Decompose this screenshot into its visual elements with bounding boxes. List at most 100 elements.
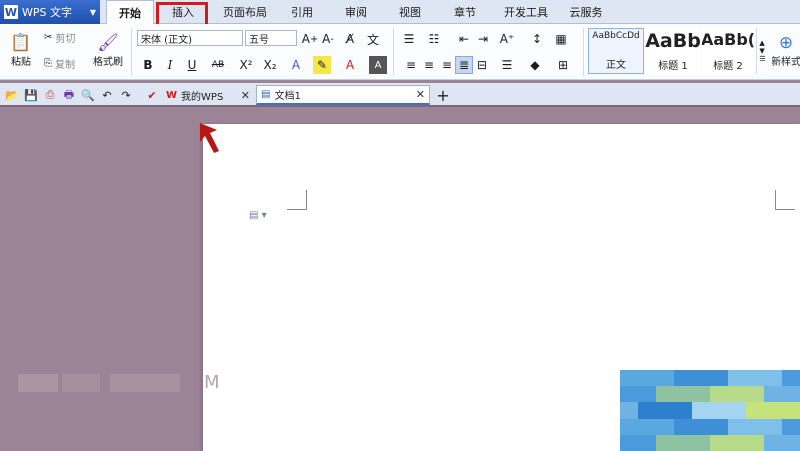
align-center-icon[interactable]: ≡ [420,56,438,74]
mosaic-cell [710,434,728,451]
undo-icon[interactable]: ↶ [99,87,115,103]
clipboard-icon: 📋 [10,33,32,53]
brush-icon: 🖌 [97,33,119,53]
mosaic-cell [692,370,710,387]
tab-developer[interactable]: 开发工具 [498,0,554,24]
tab-cloud-service[interactable]: 云服务 [562,0,610,24]
tab-sections[interactable]: 章节 [445,0,485,24]
new-style-label: 新样式 [772,57,800,68]
open-folder-icon[interactable]: 📂 [4,87,20,103]
tab-document-1[interactable]: ▤ 文档1 ✕ [256,85,430,105]
sort-icon[interactable]: ↕ [528,30,546,48]
tab-insert[interactable]: 插入 [160,0,206,24]
format-painter-button[interactable]: 🖌 格式刷 [90,28,126,74]
tab-my-wps[interactable]: W 我的WPS ✕ [162,85,254,105]
superscript-icon[interactable]: X² [237,56,255,74]
phonetic-guide-icon[interactable]: 文 [364,30,382,48]
mosaic-cell [692,434,710,451]
distribute-icon[interactable]: ⊟ [473,56,491,74]
subscript-icon[interactable]: X₂ [261,56,279,74]
clear-format-icon[interactable]: A̸ [341,30,359,48]
close-icon[interactable]: ✕ [416,88,425,101]
table-grid-icon[interactable]: ▦ [552,30,570,48]
new-style-icon: ⊕ [778,33,794,53]
highlight-icon[interactable]: ✎ [313,56,331,74]
text-effect-icon[interactable]: A [287,56,305,74]
tab-review[interactable]: 审阅 [336,0,376,24]
close-icon[interactable]: ✕ [241,89,250,102]
save-icon[interactable]: 💾 [23,87,39,103]
font-name-select[interactable]: 宋体 (正文) ▼ [137,30,343,160]
borders-icon[interactable]: ⊞ [554,56,572,74]
new-style-button[interactable]: ⊕ 新样式 [772,28,800,74]
style-sample: AaBbCcDd [592,31,640,41]
pin-icon[interactable]: ✔ [144,87,160,103]
mosaic-cell [782,418,800,435]
margin-corner-mark [775,190,795,210]
red-arrow-icon [200,123,219,153]
align-right-icon[interactable]: ≡ [438,56,456,74]
mosaic-cell [782,386,800,403]
mosaic-cell [638,434,656,451]
tab-page-layout[interactable]: 页面布局 [214,0,276,24]
mosaic-cell [638,418,656,435]
style-sample: AaBb [645,30,701,52]
style-caption: 标题 2 [713,61,743,72]
increase-indent-icon[interactable]: ⇥ [474,30,492,48]
app-name: WPS 文字 [22,6,72,19]
style-normal[interactable]: AaBbCcDd 正文 [588,28,644,74]
char-shading-icon[interactable]: A [369,56,387,74]
numbered-list-icon[interactable]: ☷ [425,30,443,48]
paste-button[interactable]: 📋 粘贴 [4,28,38,74]
mosaic-cell [728,386,746,403]
decrease-indent-icon[interactable]: ⇤ [455,30,473,48]
align-left-icon[interactable]: ≡ [402,56,420,74]
wps-logo-icon: W [4,5,18,19]
export-pdf-icon[interactable]: ⎙ [42,87,58,103]
margin-corner-mark [287,190,307,210]
cut-label: 剪切 [55,33,76,45]
style-heading-1[interactable]: AaBb 标题 1 [645,28,701,74]
doc-tab-label: 文档1 [274,91,301,102]
bullet-list-icon[interactable]: ☰ [400,30,418,48]
tab-home[interactable]: 开始 [106,0,154,25]
format-painter-label: 格式刷 [93,57,123,68]
line-spacing-icon[interactable]: ☰ [498,56,516,74]
menu-tab-bar: W WPS 文字 ▼ 开始 插入 页面布局 引用 审阅 视图 章节 开发工具 云… [0,0,800,25]
justify-icon[interactable]: ≣ [455,56,473,74]
divider [583,28,584,76]
grow-font-icon[interactable]: A + [301,30,319,48]
document-tab-bar: 📂 💾 ⎙ 🖶 🔍 ↶ ↷ ✔ W 我的WPS ✕ ▤ 文档1 ✕ + [0,83,800,107]
print-preview-icon[interactable]: 🔍 [80,87,96,103]
underline-icon[interactable]: U [183,56,201,74]
cut-button[interactable]: ✂ 剪切 [44,28,75,46]
tab-references[interactable]: 引用 [282,0,322,24]
paste-options-icon[interactable]: ▤ ▾ [249,210,267,221]
shrink-font-icon[interactable]: A- [319,30,337,48]
app-menu-button[interactable]: W WPS 文字 ▼ [0,0,100,24]
mosaic-cell [764,434,782,451]
shading-icon[interactable]: ◆ [526,56,544,74]
mosaic-cell [710,370,728,387]
bold-icon[interactable]: B [139,56,157,74]
italic-icon[interactable]: I [161,56,179,74]
watermark-text: M [204,372,220,393]
text-direction-icon[interactable]: A⁺ [498,30,516,48]
mosaic-cell [728,434,746,451]
mosaic-cell [710,402,728,419]
paste-label: 粘贴 [11,57,31,68]
wps-icon: W [166,89,178,101]
tab-view[interactable]: 视图 [390,0,430,24]
strikethrough-icon[interactable]: AB [209,56,227,74]
style-heading-2[interactable]: AaBb( 标题 2 [702,28,754,74]
redo-icon[interactable]: ↷ [118,87,134,103]
mosaic-cell [746,418,764,435]
new-tab-icon[interactable]: + [435,86,451,105]
font-color-icon[interactable]: A [341,56,359,74]
styles-scroll[interactable]: ▲ ▼ ☰ [756,28,768,74]
font-size-select[interactable]: 五号 ▼ [245,30,451,160]
mosaic-cell [638,386,656,403]
font-name-value: 宋体 (正文) [141,34,192,46]
copy-button[interactable]: ⎘ 复制 [44,54,75,72]
print-icon[interactable]: 🖶 [61,87,77,103]
